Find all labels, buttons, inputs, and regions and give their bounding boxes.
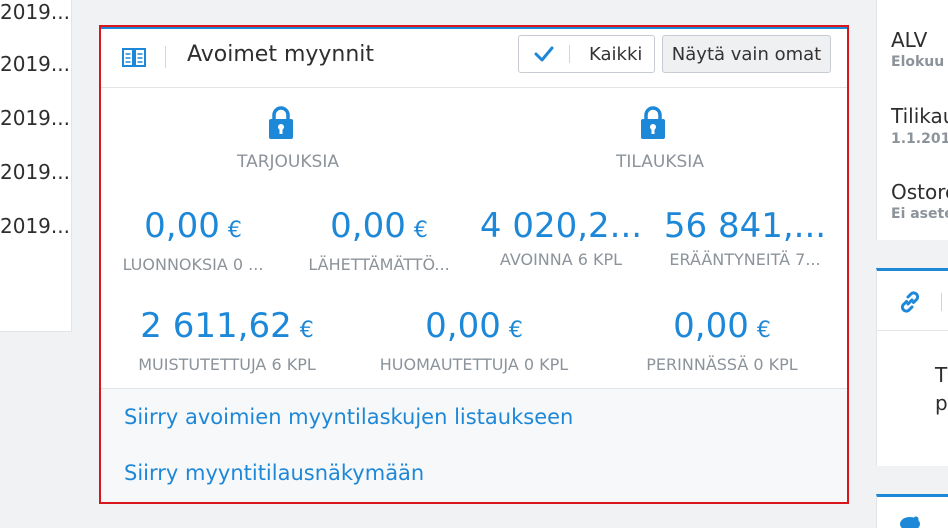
stat-value: 0,00 (144, 206, 220, 246)
savings-card (876, 494, 948, 528)
column-label-orders: TILAUKSIA (616, 152, 704, 172)
stat-label: LUONNOKSIA 0 ... (122, 255, 264, 274)
book-icon (122, 48, 146, 67)
stat-open[interactable]: 4 020,2... AVOINNA 6 KPL (471, 206, 651, 269)
stat-label: HUOMAUTETTUJA 0 KPL (379, 355, 569, 374)
stat-value: 2 611,62 (140, 306, 292, 346)
stat-drafts[interactable]: 0,00 € LUONNOKSIA 0 ... (103, 206, 283, 274)
card-text: Ti (935, 363, 948, 387)
stat-notified[interactable]: 0,00 € HUOMAUTETTUJA 0 KPL (364, 306, 584, 374)
header-divider (941, 293, 942, 311)
deadlines-card: ALV Elokuu Tilikau 1.1.2019 Ostore Ei as… (876, 0, 948, 240)
list-item[interactable]: 2019... (0, 214, 70, 238)
deadline-subtitle: Ei asete (891, 206, 948, 222)
stat-label: LÄHETTÄMÄTTÖ... (308, 255, 450, 274)
deadline-subtitle: 1.1.2019 (891, 131, 948, 147)
links-card-header (877, 271, 948, 331)
stat-value: 0,00 (330, 206, 406, 246)
stat-label: AVOINNA 6 KPL (499, 250, 623, 269)
stat-value: 0,00 (425, 306, 501, 346)
show-only-own-label: Näytä vain omat (671, 44, 822, 65)
currency-symbol: € (508, 318, 523, 343)
card-title: Avoimet myynnit (187, 42, 375, 67)
right-sidebar: ALV Elokuu Tilikau 1.1.2019 Ostore Ei as… (876, 0, 948, 528)
piggy-bank-icon (900, 516, 920, 528)
links-card: Ti p (876, 268, 948, 466)
card-accent-bar (101, 26, 847, 29)
stat-value: 0,00 (673, 306, 749, 346)
link-icon (900, 291, 920, 313)
stat-value: 4 020,2... (479, 206, 643, 246)
card-header: Avoimet myynnit Kaikki Näytä vain omat (101, 26, 847, 88)
list-item[interactable]: 2019... (0, 0, 70, 24)
show-only-own-button[interactable]: Näytä vain omat (662, 35, 831, 73)
header-divider (165, 46, 166, 68)
list-item[interactable]: 2019... (0, 160, 70, 184)
deadline-title[interactable]: Ostore (891, 180, 948, 204)
card-footer: Siirry avoimien myyntilaskujen listaukse… (101, 388, 847, 502)
left-list-panel: 2019... 2019... 2019... 2019... 2019... (0, 0, 72, 332)
lock-icon (641, 106, 665, 139)
deadline-subtitle: Elokuu (891, 54, 945, 70)
check-icon (534, 46, 554, 62)
stat-overdue[interactable]: 56 841,... ERÄÄNTYNEITÄ 7... (655, 206, 835, 269)
lock-icon (269, 106, 293, 139)
open-sales-card: Avoimet myynnit Kaikki Näytä vain omat T… (101, 26, 847, 502)
stat-value: 56 841,... (663, 206, 827, 246)
button-divider (569, 45, 570, 63)
sales-orders-link[interactable]: Siirry myyntitilausnäkymään (124, 461, 424, 485)
stat-label: MUISTUTETTUJA 6 KPL (138, 355, 316, 374)
card-text: p (935, 391, 948, 415)
currency-symbol: € (413, 218, 428, 243)
stat-unsent[interactable]: 0,00 € LÄHETTÄMÄTTÖ... (289, 206, 469, 274)
deadline-title[interactable]: Tilikau (891, 104, 948, 128)
list-item[interactable]: 2019... (0, 106, 70, 130)
open-sales-invoices-link[interactable]: Siirry avoimien myyntilaskujen listaukse… (124, 405, 573, 429)
stat-collection[interactable]: 0,00 € PERINNÄSSÄ 0 KPL (612, 306, 832, 374)
filter-all-button[interactable]: Kaikki (518, 35, 655, 73)
filter-all-label: Kaikki (589, 44, 643, 65)
currency-symbol: € (299, 318, 314, 343)
stat-label: PERINNÄSSÄ 0 KPL (646, 355, 798, 374)
deadline-title[interactable]: ALV (891, 28, 927, 52)
column-label-offers: TARJOUKSIA (237, 152, 339, 172)
currency-symbol: € (756, 318, 771, 343)
stat-reminded[interactable]: 2 611,62 € MUISTUTETTUJA 6 KPL (117, 306, 337, 374)
list-item[interactable]: 2019... (0, 52, 70, 76)
currency-symbol: € (227, 218, 242, 243)
stat-label: ERÄÄNTYNEITÄ 7... (669, 250, 821, 269)
